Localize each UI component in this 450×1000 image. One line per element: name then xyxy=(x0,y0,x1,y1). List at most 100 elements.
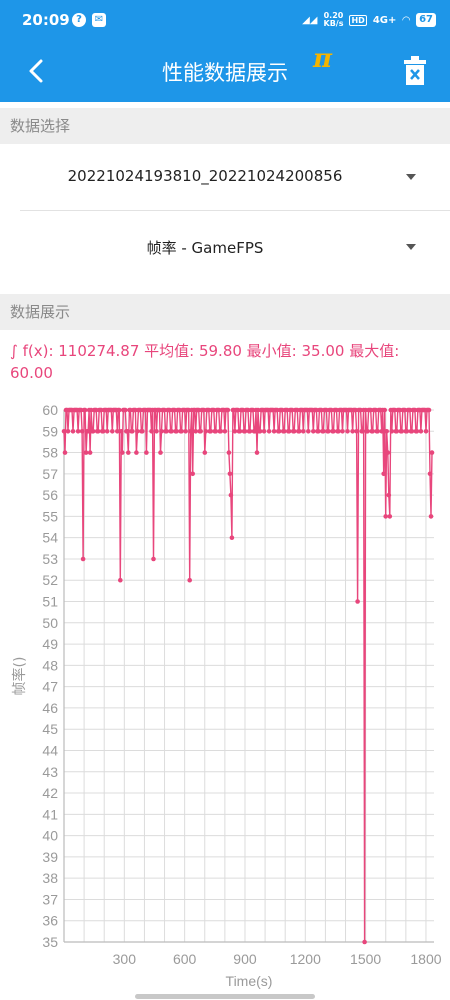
fps-data-point xyxy=(90,429,96,434)
fps-data-point xyxy=(125,429,130,434)
y-tick-label: 38 xyxy=(42,870,58,886)
x-tick-label: 900 xyxy=(233,951,257,967)
fps-data-point xyxy=(271,429,277,434)
fps-data-point xyxy=(427,471,433,477)
data-display-header: 数据展示 xyxy=(0,294,450,330)
fps-data-point xyxy=(79,429,85,434)
fps-data-point xyxy=(381,471,387,477)
fps-data-point xyxy=(387,514,393,519)
fps-data-point xyxy=(242,429,248,434)
y-tick-label: 46 xyxy=(42,700,58,716)
fps-data-point xyxy=(252,429,258,434)
chart-series xyxy=(61,407,435,945)
x-axis-title: Time(s) xyxy=(226,973,273,989)
fps-data-point xyxy=(423,429,429,434)
y-tick-label: 51 xyxy=(42,594,58,610)
network-speed-unit: KB/s xyxy=(323,19,344,28)
fps-data-point xyxy=(117,407,122,413)
fps-data-point xyxy=(118,577,123,583)
y-tick-label: 40 xyxy=(42,828,58,844)
fps-data-point xyxy=(254,450,260,455)
status-bar: 20:09 ? ✉ ◢◢ 0.20 KB/s HD 4G+ ◠ 67 xyxy=(0,0,450,40)
fps-data-point xyxy=(326,429,331,434)
fps-data-point xyxy=(316,429,321,434)
y-tick-label: 49 xyxy=(42,636,58,652)
fps-data-point xyxy=(426,407,432,413)
metric-selector[interactable]: 帧率 - GameFPS xyxy=(20,212,450,282)
mail-icon: ✉ xyxy=(92,13,106,27)
fps-data-point xyxy=(130,429,135,434)
y-tick-label: 53 xyxy=(42,551,58,567)
fps-data-point xyxy=(345,429,350,434)
home-indicator[interactable] xyxy=(135,994,315,999)
file-selector-value: 20221024193810_20221024200856 xyxy=(67,167,343,185)
fps-data-point xyxy=(135,429,140,434)
fps-data-point xyxy=(202,450,208,455)
y-tick-label: 56 xyxy=(42,487,58,503)
y-tick-label: 41 xyxy=(42,806,58,822)
y-tick-label: 54 xyxy=(42,530,58,546)
fps-data-point xyxy=(169,429,174,434)
fps-data-point xyxy=(218,429,224,434)
delete-icon[interactable] xyxy=(400,55,430,87)
fps-data-point xyxy=(321,429,326,434)
pi-logo-icon: π xyxy=(313,44,333,74)
fps-data-point xyxy=(414,429,420,434)
x-tick-label: 600 xyxy=(173,951,197,967)
y-tick-label: 55 xyxy=(42,508,58,524)
y-tick-label: 52 xyxy=(42,572,58,588)
fps-data-point xyxy=(404,429,410,434)
fps-data-point xyxy=(83,450,89,455)
fps-data-point xyxy=(104,429,110,434)
chevron-down-icon xyxy=(406,174,416,180)
fps-data-point xyxy=(237,429,243,434)
fps-data-point xyxy=(375,429,381,434)
fps-data-point xyxy=(203,429,209,434)
fps-data-point xyxy=(261,429,267,434)
fps-data-point xyxy=(301,429,306,434)
chevron-down-icon xyxy=(406,244,416,250)
fps-data-point xyxy=(144,450,149,455)
fps-data-point xyxy=(115,429,120,434)
fps-data-point xyxy=(257,429,263,434)
x-tick-label: 300 xyxy=(113,951,137,967)
fps-data-point xyxy=(174,429,179,434)
fps-data-point xyxy=(355,599,360,604)
x-tick-label: 1200 xyxy=(290,951,321,967)
fps-data-point xyxy=(276,429,282,434)
fps-data-point xyxy=(149,429,154,434)
fps-data-point xyxy=(120,450,125,455)
wifi-icon: ◠ xyxy=(402,14,411,26)
fps-data-point xyxy=(385,450,391,455)
fps-line-chart[interactable]: 35 36 37 38 39 40 41 42 43 44 45 46 47 48 49 50 51 52 53 54… xyxy=(0,390,450,1000)
file-selector[interactable]: 20221024193810_20221024200856 xyxy=(20,142,450,212)
y-tick-label: 44 xyxy=(42,742,58,758)
y-tick-label: 36 xyxy=(42,913,58,929)
y-tick-label: 60 xyxy=(42,402,58,418)
fps-data-point xyxy=(384,429,390,434)
fps-data-point xyxy=(389,429,395,434)
fps-data-point xyxy=(100,429,106,434)
fps-data-point xyxy=(311,429,316,434)
fps-data-point xyxy=(95,429,101,434)
fps-data-point xyxy=(193,429,198,434)
fps-data-point xyxy=(291,429,297,434)
fps-data-point xyxy=(428,514,434,519)
fps-data-point xyxy=(198,429,203,434)
hd-badge: HD xyxy=(349,14,367,26)
y-tick-label: 59 xyxy=(42,423,58,439)
fps-data-point xyxy=(418,429,424,434)
fps-data-point xyxy=(188,429,193,434)
y-tick-label: 45 xyxy=(42,721,58,737)
y-tick-label: 48 xyxy=(42,657,58,673)
metric-selector-value: 帧率 - GameFPS xyxy=(146,239,264,257)
y-tick-label: 43 xyxy=(42,764,58,780)
fps-data-point xyxy=(65,429,71,434)
fps-data-point xyxy=(266,429,272,434)
network-speed: 0.20 KB/s xyxy=(324,12,344,28)
fps-data-point xyxy=(151,556,156,562)
fps-data-point xyxy=(429,450,435,455)
battery-icon: 67 xyxy=(416,13,436,27)
fps-data-point xyxy=(365,429,370,434)
fps-data-point xyxy=(227,471,233,477)
